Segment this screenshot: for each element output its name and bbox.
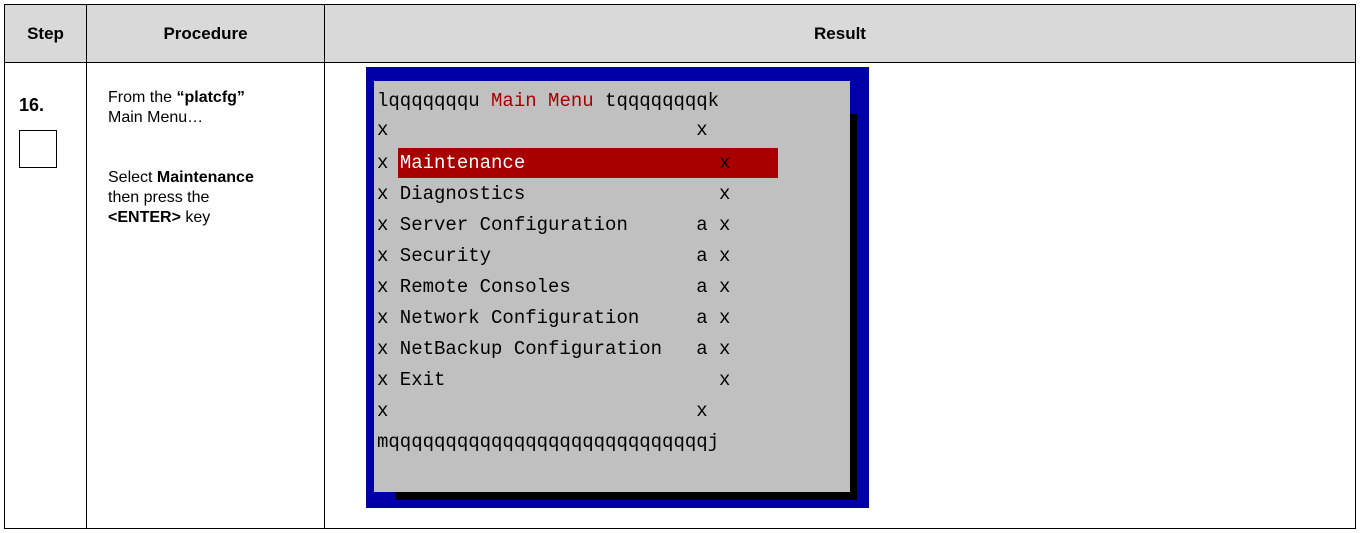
menu-item-diagnostics[interactable]: x Diagnostics x [377,183,730,205]
menu-item-exit[interactable]: x Exit x [377,369,730,391]
procedure-line-5: <ENTER> key [108,208,298,228]
procedure-line-3: Select Maintenance [108,168,298,188]
procedure-line-2: Main Menu… [108,109,204,126]
menu-title: Main Menu [491,90,594,112]
procedure-text-span: From the [108,89,177,106]
enter-key-label: <ENTER> [108,209,181,226]
border-chars: lqqqqqqqu [377,90,492,112]
main-menu-dialog: lqqqqqqqu Main Menu tqqqqqqqqk x x x Mai… [374,81,850,492]
column-divider [324,5,325,528]
maintenance-label: Maintenance [156,169,254,186]
header-procedure: Procedure [163,23,248,43]
menu-item-remote-consoles[interactable]: x Remote Consoles a x [377,276,730,298]
procedure-text: From the “platcfg” Main Menu… Select Mai… [108,88,298,228]
step-checkbox[interactable] [19,130,57,168]
menu-empty-line: x x [377,119,708,141]
menu-item-maintenance-label: Maintenance [399,152,526,174]
procedure-text-span: Select [108,169,157,186]
procedure-text-span: key [180,209,211,226]
border-chars: tqqqqqqqqk [593,90,720,112]
procedure-line-1: From the “platcfg” [108,88,298,108]
menu-bottom-border: mqqqqqqqqqqqqqqqqqqqqqqqqqqqqj [377,431,720,453]
menu-item-security[interactable]: x Security a x [377,245,730,267]
menu-item-network-configuration[interactable]: x Network Configuration a x [377,307,730,329]
menu-item-server-configuration[interactable]: x Server Configuration a x [377,214,730,236]
menu-item-netbackup-configuration[interactable]: x NetBackup Configuration a x [377,338,730,360]
header-result: Result [814,23,866,43]
procedure-line-4: then press the [108,189,210,206]
step-number: 16. [19,95,45,115]
menu-line-maintenance: x Maintenance x [377,152,731,174]
column-divider [86,5,87,528]
header-step: Step [27,23,64,43]
menu-empty-line: x x [377,400,708,422]
menu-top-border: lqqqqqqqu Main Menu tqqqqqqqqk [377,90,719,112]
platcfg-label: “platcfg” [176,89,245,106]
